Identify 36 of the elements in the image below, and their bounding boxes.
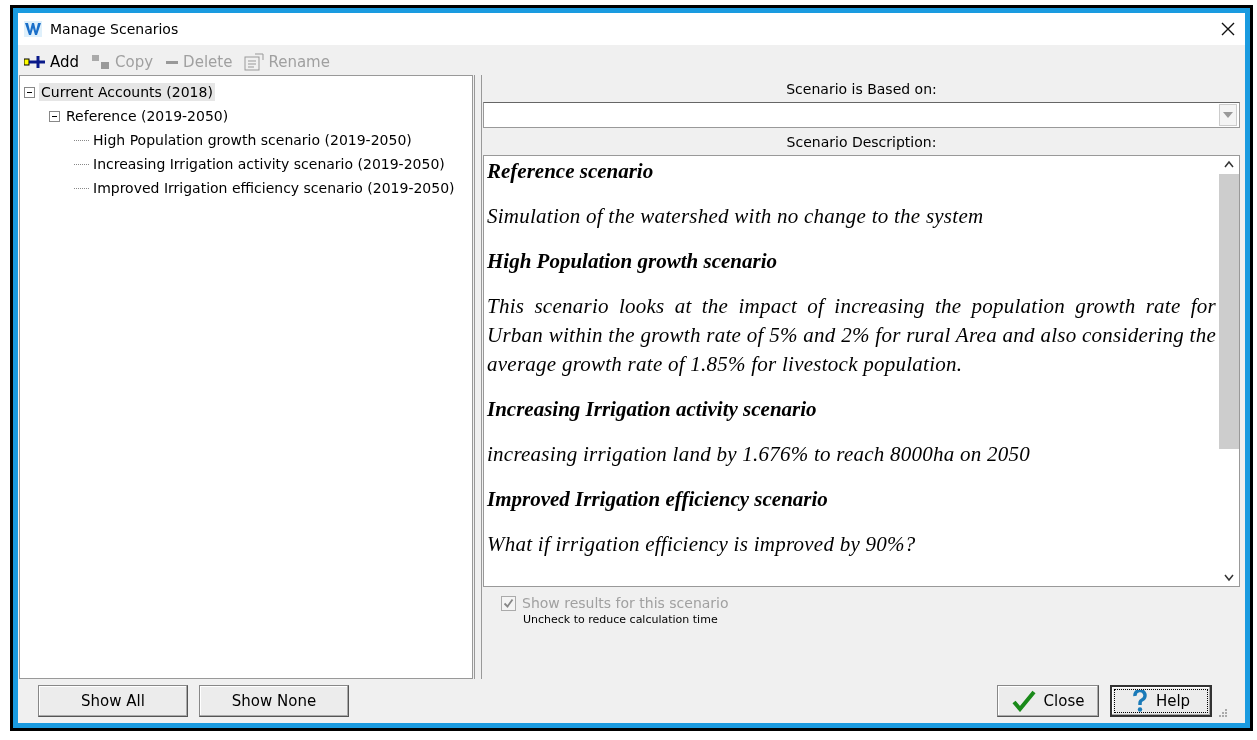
document-icon — [244, 53, 265, 71]
toolbar-button[interactable]: Add — [22, 53, 82, 71]
scroll-up-icon[interactable] — [1224, 160, 1234, 168]
tree-item[interactable]: Improved Irrigation efficiency scenario (2019-2050) — [91, 179, 457, 197]
checkmark-icon — [503, 597, 514, 609]
collapse-toggle-icon[interactable] — [49, 110, 60, 122]
scenario-text: What if irrigation efficiency is improved by 90%? — [487, 531, 917, 558]
tree-item[interactable]: High Population growth scenario (2019-2050) — [91, 131, 414, 149]
scenario-text: increasing irrigation land by 1.676% to reach 8000ha on 2050 — [487, 441, 1032, 468]
hint-text: Uncheck to reduce calculation time — [523, 613, 719, 626]
plus-icon — [24, 55, 46, 69]
scenario-text: Simulation of the watershed with no change to the system — [487, 203, 985, 230]
scenario-text: This scenario looks at the impact of increasing the population growth rate for Urban within the growth rate of 5% and 2% for rural Area and also considering the average growth rate of 1.85% for livestock population. — [487, 293, 1216, 378]
question-mark-icon — [1131, 690, 1148, 712]
copy-icon — [91, 54, 112, 70]
scenario-heading: Improved Irrigation efficiency scenario — [487, 486, 829, 513]
collapse-toggle-icon[interactable] — [24, 86, 35, 98]
scroll-down-icon[interactable] — [1224, 574, 1234, 582]
section-label: Scenario Description: — [785, 133, 938, 152]
resize-grip-icon[interactable] — [1217, 707, 1227, 717]
scenario-heading: Increasing Irrigation activity scenario — [487, 396, 818, 423]
tree-item[interactable]: Increasing Irrigation activity scenario (2019-2050) — [91, 155, 447, 173]
section-label: Scenario is Based on: — [785, 80, 938, 99]
help-button[interactable]: Help — [1110, 685, 1212, 717]
tree-item[interactable]: Current Accounts (2018) — [39, 83, 215, 101]
based-on-dropdown[interactable] — [483, 102, 1240, 128]
checkmark-icon — [1011, 690, 1036, 712]
app-logo-icon — [24, 21, 42, 37]
show-button[interactable]: Show All — [38, 685, 188, 717]
close-icon[interactable] — [1221, 22, 1235, 36]
scenario-heading: Reference scenario — [487, 158, 655, 185]
window-title: Manage Scenarios — [50, 21, 179, 37]
scenario-heading: High Population growth scenario — [487, 248, 778, 275]
close-button[interactable]: Close — [997, 685, 1099, 717]
tree-item[interactable]: Reference (2019-2050) — [64, 107, 231, 125]
show-button[interactable]: Show None — [199, 685, 349, 717]
